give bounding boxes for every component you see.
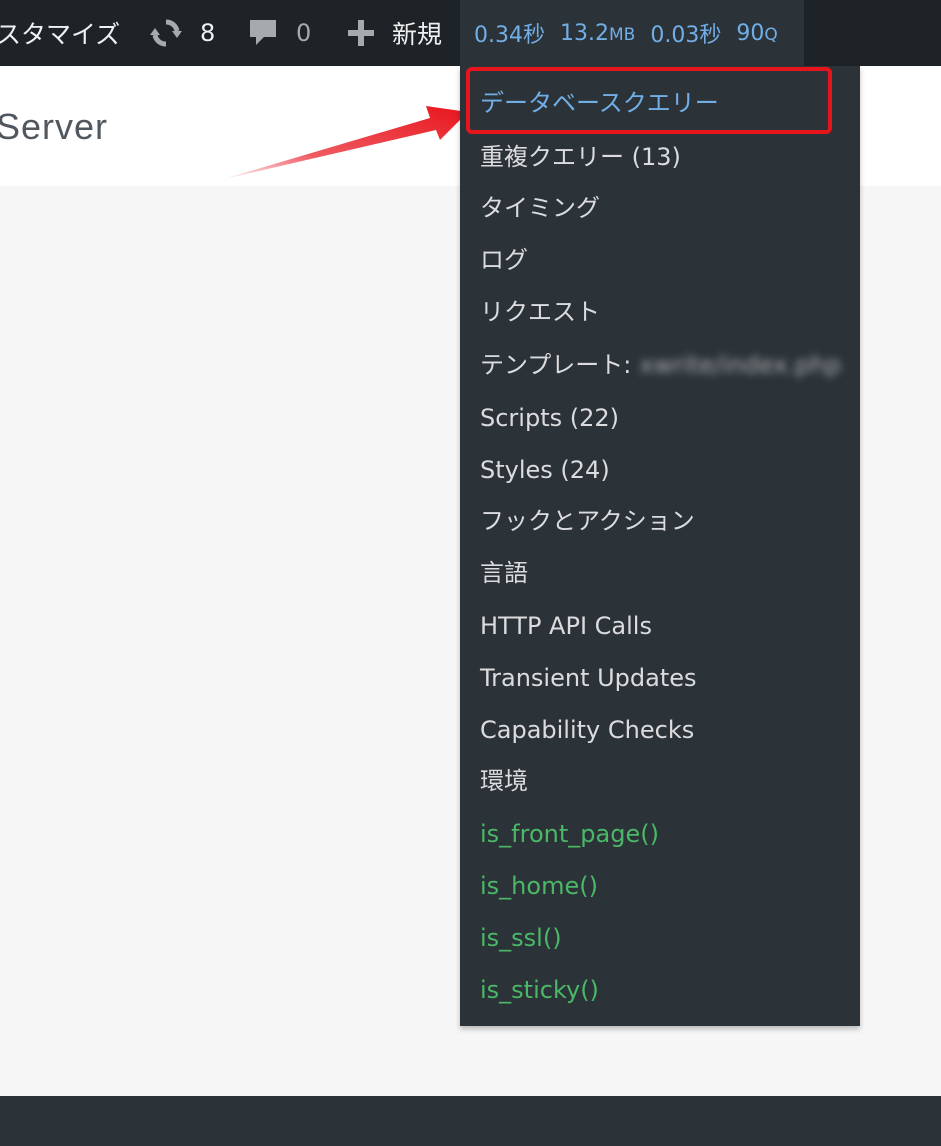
comments-count: 0: [296, 19, 312, 47]
footer-bar: [0, 1096, 941, 1146]
template-label: テンプレート:: [480, 351, 632, 379]
comments-icon: [250, 20, 276, 45]
page-title: Server: [0, 106, 109, 147]
menu-item-is-ssl[interactable]: is_ssl(): [480, 923, 562, 953]
new-label: 新規: [392, 20, 443, 49]
qm-queries: 90Q: [736, 20, 778, 46]
menu-item-languages[interactable]: 言語: [480, 558, 528, 588]
updates-icon: [150, 19, 182, 47]
menu-item-transients[interactable]: Transient Updates: [480, 663, 697, 693]
customize-label: スタマイズ: [0, 20, 121, 49]
qm-db-time: 0.03秒: [650, 23, 722, 48]
plus-icon: [348, 20, 374, 46]
menu-item-http-api[interactable]: HTTP API Calls: [480, 611, 652, 641]
menu-item-scripts[interactable]: Scripts (22): [480, 403, 619, 433]
red-arrow-annotation: [220, 106, 468, 180]
menu-item-is-home[interactable]: is_home(): [480, 871, 598, 901]
menu-item-environment[interactable]: 環境: [480, 766, 528, 796]
highlight-box-annotation: [466, 67, 832, 134]
query-monitor-dropdown: データベースクエリー 重複クエリー (13) タイミング ログ リクエスト テン…: [460, 66, 860, 1026]
menu-item-hooks[interactable]: フックとアクション: [480, 506, 695, 536]
admin-bar: スタマイズ 8 0 新規 0.34秒 13.2MB 0.03秒 90Q: [0, 0, 941, 66]
qm-time: 0.34秒: [474, 23, 545, 48]
new-content-menu[interactable]: 新規: [346, 0, 442, 66]
comments-menu[interactable]: 0: [248, 0, 311, 66]
template-file-blurred: xwrite/index.php: [639, 351, 841, 379]
menu-item-template[interactable]: テンプレート: xwrite/index.php: [480, 350, 841, 380]
query-monitor-menu[interactable]: 0.34秒 13.2MB 0.03秒 90Q: [460, 0, 804, 66]
menu-item-request[interactable]: リクエスト: [480, 297, 600, 327]
menu-item-caps[interactable]: Capability Checks: [480, 715, 694, 745]
menu-item-is-sticky[interactable]: is_sticky(): [480, 975, 599, 1005]
updates-menu[interactable]: 8: [148, 0, 215, 66]
menu-item-is-front-page[interactable]: is_front_page(): [480, 819, 659, 849]
menu-item-timing[interactable]: タイミング: [480, 193, 600, 223]
menu-item-logs[interactable]: ログ: [480, 245, 528, 275]
customize-menu[interactable]: スタマイズ: [0, 0, 120, 66]
qm-memory: 13.2MB: [560, 20, 636, 46]
menu-item-styles[interactable]: Styles (24): [480, 455, 610, 485]
menu-item-dup-queries[interactable]: 重複クエリー (13): [480, 142, 681, 172]
updates-count: 8: [200, 19, 216, 47]
